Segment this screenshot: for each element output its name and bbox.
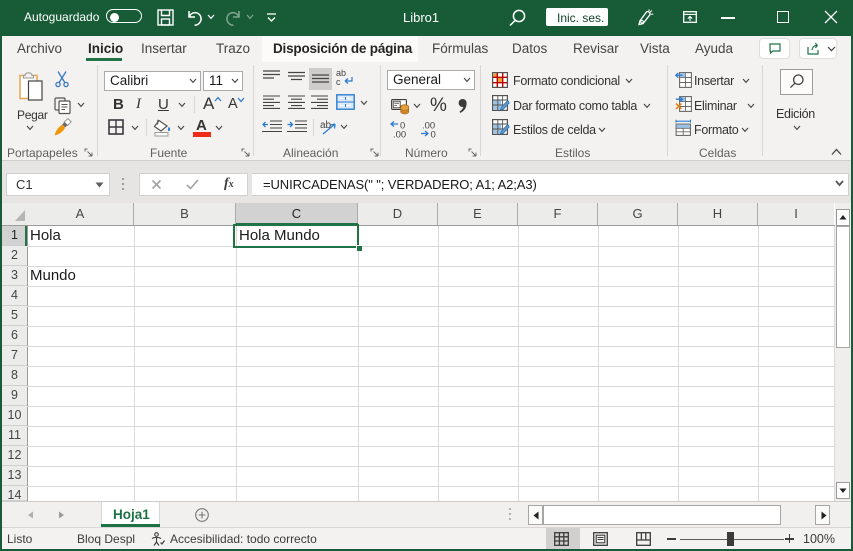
svg-text:0: 0	[431, 130, 436, 141]
svg-text:ab: ab	[320, 120, 332, 131]
svg-text:.00: .00	[393, 130, 406, 141]
svg-text:c: c	[336, 77, 341, 87]
